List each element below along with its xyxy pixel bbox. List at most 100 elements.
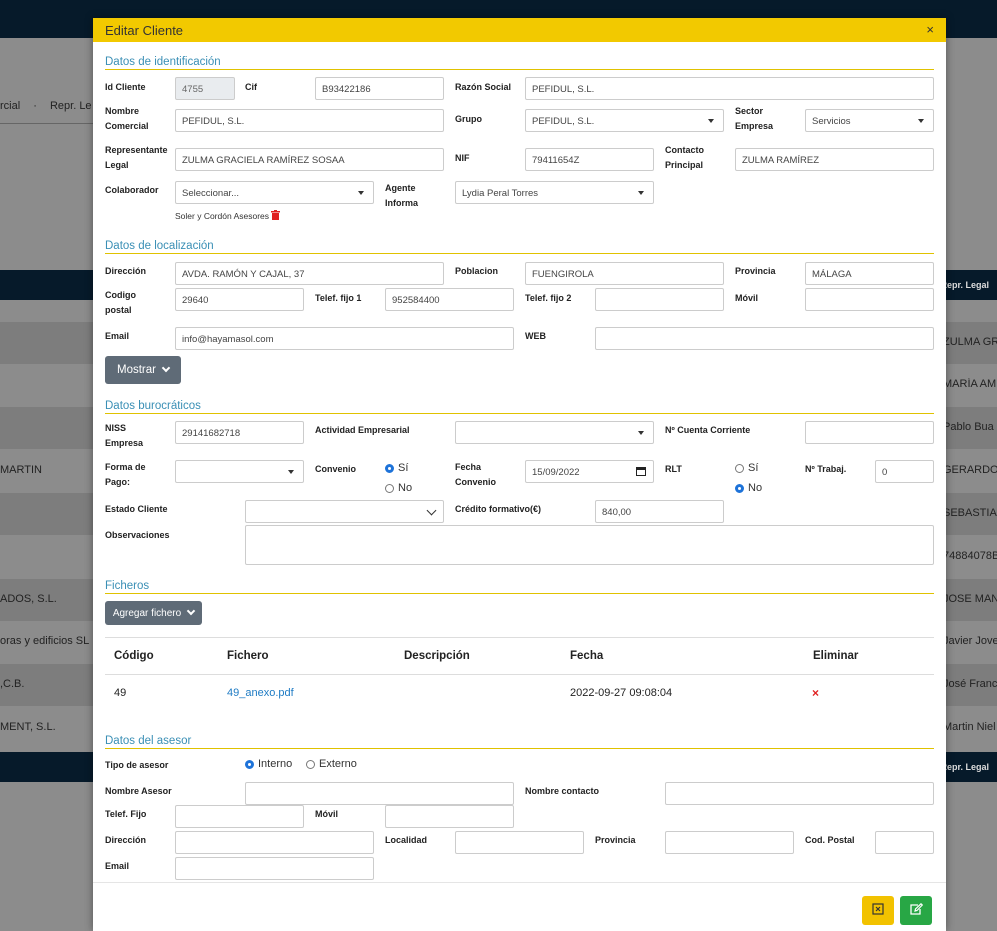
id-label: Id Cliente — [105, 82, 146, 92]
actividad-select[interactable] — [455, 421, 654, 444]
radio-unchecked-icon — [385, 483, 394, 493]
direccion-asesor-field[interactable] — [175, 831, 374, 854]
agregar-fichero-button[interactable]: Agregar fichero — [105, 601, 202, 625]
fecha-convenio-field[interactable]: 15/09/2022 — [525, 460, 654, 483]
forma-pago-select[interactable] — [175, 460, 304, 483]
email-asesor-field[interactable] — [175, 857, 374, 880]
mostrar-label: Mostrar — [117, 364, 156, 376]
telef2-label: Telef. fijo 2 — [525, 293, 572, 303]
observaciones-label: Observaciones — [105, 530, 170, 540]
convenio-si-radio[interactable]: Sí — [385, 462, 408, 474]
radio-checked-icon — [735, 483, 744, 493]
estado-select[interactable] — [245, 500, 444, 523]
codigo-postal-label: Codigo postal — [105, 290, 136, 315]
section-identificacion: Datos de identificación — [105, 56, 934, 70]
rlt-no-radio[interactable]: No — [735, 482, 762, 494]
provincia-asesor-label: Provincia — [595, 835, 636, 845]
poblacion-field[interactable]: FUENGIROLA — [525, 262, 724, 285]
section-ficheros: Ficheros — [105, 580, 934, 594]
movil-asesor-label: Móvil — [315, 809, 339, 819]
fecha-value: 15/09/2022 — [532, 467, 580, 478]
representante-field[interactable]: ZULMA GRACIELA RAMÍREZ SOSAA — [175, 148, 444, 171]
nif-field[interactable]: 79411654Z — [525, 148, 654, 171]
razon-social-field[interactable]: PEFIDUL, S.L. — [525, 77, 934, 100]
column-header-descripcion: Descripción — [404, 650, 470, 662]
breadcrumb-sep: · — [33, 100, 37, 112]
row-cell: ADOS, S.L. — [0, 593, 57, 605]
movil-field[interactable] — [805, 288, 934, 311]
agregar-fichero-label: Agregar fichero — [112, 607, 182, 619]
razon-social-label: Razón Social — [455, 82, 512, 92]
cuenta-field[interactable] — [805, 421, 934, 444]
nombre-comercial-field[interactable]: PEFIDUL, S.L. — [175, 109, 444, 132]
sector-select[interactable]: Servicios — [805, 109, 934, 132]
num-trabajadores-label: Nº Trabaj. — [805, 464, 847, 474]
trash-icon[interactable] — [271, 210, 281, 222]
cif-field[interactable]: B93422186 — [315, 77, 444, 100]
telef2-field[interactable] — [595, 288, 724, 311]
codigo-postal-field[interactable]: 29640 — [175, 288, 304, 311]
telef1-field[interactable]: 952584400 — [385, 288, 514, 311]
cancel-button[interactable] — [862, 896, 894, 925]
row-cell: MENT, S.L. — [0, 721, 56, 733]
agente-select[interactable]: Lydia Peral Torres — [455, 181, 654, 204]
breadcrumb-item[interactable]: rcial — [0, 100, 20, 112]
credito-field[interactable]: 840,00 — [595, 500, 724, 523]
edit-client-modal: Editar Cliente × Datos de identificación… — [93, 18, 946, 931]
movil-asesor-field[interactable] — [385, 805, 514, 828]
representante-label: Representante Legal — [105, 145, 168, 170]
nombre-contacto-field[interactable] — [665, 782, 934, 805]
movil-label: Móvil — [735, 293, 759, 303]
close-icon[interactable]: × — [926, 22, 934, 37]
breadcrumb-item[interactable]: Repr. Le — [50, 100, 92, 112]
edit-icon — [909, 902, 924, 919]
num-trabajadores-field[interactable]: 0 — [875, 460, 934, 483]
telef1-label: Telef. fijo 1 — [315, 293, 362, 303]
fichero-link[interactable]: 49_anexo.pdf — [227, 687, 294, 699]
localidad-asesor-field[interactable] — [455, 831, 584, 854]
convenio-no-radio[interactable]: No — [385, 482, 412, 494]
provincia-label: Provincia — [735, 266, 776, 276]
delete-icon[interactable]: × — [812, 686, 819, 700]
asesor-interno-radio[interactable]: Interno — [245, 758, 292, 770]
mostrar-button[interactable]: Mostrar — [105, 356, 181, 384]
grupo-select[interactable]: PEFIDUL, S.L. — [525, 109, 724, 132]
row-cell: ZULMA GRA — [943, 336, 997, 348]
web-field[interactable] — [595, 327, 934, 350]
save-button[interactable] — [900, 896, 932, 925]
section-asesor: Datos del asesor — [105, 735, 934, 749]
provincia-field[interactable]: MÁLAGA — [805, 262, 934, 285]
niss-field[interactable]: 29141682718 — [175, 421, 304, 444]
provincia-asesor-field[interactable] — [665, 831, 794, 854]
sector-label: Sector Empresa — [735, 106, 774, 131]
direccion-field[interactable]: AVDA. RAMÓN Y CAJAL, 37 — [175, 262, 444, 285]
convenio-label: Convenio — [315, 464, 357, 474]
divider — [105, 674, 934, 675]
cod-postal-asesor-field[interactable] — [875, 831, 934, 854]
credito-label: Crédito formativo(€) — [455, 504, 542, 514]
contacto-field[interactable]: ZULMA RAMÍREZ — [735, 148, 934, 171]
localidad-asesor-label: Localidad — [385, 835, 428, 845]
web-label: WEB — [525, 331, 546, 341]
nombre-asesor-label: Nombre Asesor — [105, 786, 172, 796]
direccion-label: Dirección — [105, 266, 147, 276]
rlt-si-radio[interactable]: Sí — [735, 462, 758, 474]
nombre-comercial-label: Nombre Comercial — [105, 106, 149, 131]
cod-postal-asesor-label: Cod. Postal — [805, 835, 855, 845]
email-field[interactable]: info@hayamasol.com — [175, 327, 514, 350]
observaciones-textarea[interactable] — [245, 525, 934, 565]
row-cell: 74884078B — [943, 550, 997, 562]
asesor-externo-radio[interactable]: Externo — [306, 758, 357, 770]
column-header: Repr. Legal — [940, 762, 989, 772]
cuenta-label: Nº Cuenta Corriente — [665, 425, 751, 435]
chevron-down-icon — [161, 363, 171, 373]
divider — [105, 637, 934, 638]
telefono-asesor-field[interactable] — [175, 805, 304, 828]
nombre-asesor-field[interactable] — [245, 782, 514, 805]
row-cell: ,C.B. — [0, 678, 25, 690]
colaborador-select[interactable]: Seleccionar... — [175, 181, 374, 204]
niss-label: NISS Empresa — [105, 423, 144, 448]
poblacion-label: Poblacion — [455, 266, 499, 276]
contacto-label: Contacto Principal — [665, 145, 704, 170]
calendar-icon[interactable] — [636, 466, 646, 479]
